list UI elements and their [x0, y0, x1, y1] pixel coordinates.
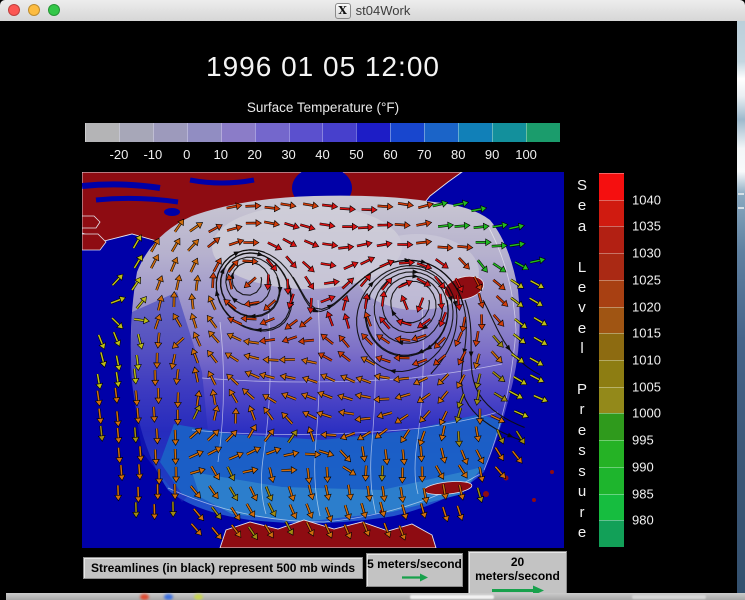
- pressure-colorbar-segment: [599, 360, 624, 387]
- temp-tick-label: 100: [515, 147, 537, 162]
- temp-tick-label: 70: [417, 147, 431, 162]
- pressure-colorbar-segment: [599, 520, 624, 547]
- background-text-smudge: [738, 207, 744, 209]
- temp-colorbar-segment: [424, 123, 458, 142]
- streamline-legend-text: Streamlines (in black) represent 500 mb …: [91, 561, 355, 575]
- temp-colorbar-segment: [153, 123, 187, 142]
- temp-tick-label: 20: [247, 147, 261, 162]
- background-desktop-sliver: [737, 21, 745, 600]
- temp-colorbar-segment: [85, 123, 119, 142]
- pressure-tick-label: 1020: [632, 299, 661, 314]
- timestamp-title: 1996 01 05 12:00: [82, 51, 564, 83]
- temp-colorbar: [85, 123, 560, 142]
- temp-tick-label: 60: [383, 147, 397, 162]
- temp-tick-label: 90: [485, 147, 499, 162]
- pressure-axis-label: S e a L e v e l P r e s s u r e: [573, 176, 591, 543]
- pressure-colorbar-segment: [599, 440, 624, 467]
- streamline-legend: Streamlines (in black) represent 500 mb …: [83, 557, 363, 579]
- pressure-tick-label: 1025: [632, 272, 661, 287]
- temp-tick-label: 50: [349, 147, 363, 162]
- pressure-colorbar-segment: [599, 280, 624, 307]
- temp-tick-label: 80: [451, 147, 465, 162]
- temp-colorbar-segment: [492, 123, 526, 142]
- pressure-colorbar-segment: [599, 200, 624, 227]
- dock-icon[interactable]: [164, 594, 173, 600]
- temp-colorbar-segment: [458, 123, 492, 142]
- temp-colorbar-segment: [356, 123, 390, 142]
- temp-tick-label: 40: [315, 147, 329, 162]
- desktop-screen: X st04Work 1996 01 05 12:00 Surface Temp…: [0, 0, 745, 600]
- pressure-tick-label: 990: [632, 459, 654, 474]
- pressure-tick-label: 1000: [632, 406, 661, 421]
- dock-icon[interactable]: [140, 594, 149, 600]
- pressure-tick-label: 985: [632, 486, 654, 501]
- background-text-smudge: [738, 193, 744, 195]
- pressure-colorbar-segment: [599, 413, 624, 440]
- temp-tick-label: 10: [213, 147, 227, 162]
- pressure-colorbar-segment: [599, 173, 624, 200]
- x11-app-icon: X: [335, 3, 351, 19]
- temp-colorbar-title: Surface Temperature (°F): [82, 100, 564, 115]
- temp-tick-label: 30: [281, 147, 295, 162]
- temp-colorbar-segment: [289, 123, 323, 142]
- pressure-tick-label: 1035: [632, 219, 661, 234]
- dock-icon[interactable]: [194, 594, 203, 600]
- pressure-colorbar-segment: [599, 253, 624, 280]
- temp-colorbar-segment: [119, 123, 153, 142]
- pressure-tick-label: 1030: [632, 246, 661, 261]
- temp-tick-label: 0: [183, 147, 190, 162]
- wind-scale-large-text: 20 meters/second: [475, 555, 560, 583]
- small-wind-arrow-icon: [400, 573, 430, 582]
- pressure-tick-label: 1040: [632, 192, 661, 207]
- dock-icon-group[interactable]: [410, 595, 494, 599]
- temp-colorbar-segment: [255, 123, 289, 142]
- pressure-tick-label: 1005: [632, 379, 661, 394]
- pressure-tick-label: 980: [632, 513, 654, 528]
- window-title-text: st04Work: [356, 3, 411, 18]
- temp-colorbar-segment: [187, 123, 221, 142]
- wind-scale-small-text: 5 meters/second: [367, 557, 462, 571]
- window-titlebar[interactable]: X st04Work: [0, 0, 745, 22]
- dock-icon-group[interactable]: [632, 595, 706, 599]
- pressure-tick-label: 1010: [632, 353, 661, 368]
- window-title: X st04Work: [0, 0, 745, 21]
- temp-colorbar-segment: [322, 123, 356, 142]
- wind-scale-small: 5 meters/second: [366, 553, 463, 587]
- temp-colorbar-segment: [526, 123, 560, 142]
- temp-tick-label: -20: [110, 147, 129, 162]
- macos-dock-sliver[interactable]: [6, 593, 745, 600]
- pressure-colorbar-segment: [599, 387, 624, 414]
- weather-map-3d-view[interactable]: [82, 172, 564, 548]
- pressure-colorbar-segment: [599, 467, 624, 494]
- pressure-colorbar-segment: [599, 494, 624, 521]
- temp-tick-label: -10: [143, 147, 162, 162]
- app-canvas: 1996 01 05 12:00 Surface Temperature (°F…: [0, 21, 737, 600]
- pressure-colorbar-segment: [599, 226, 624, 253]
- temp-colorbar-segment: [390, 123, 424, 142]
- pressure-colorbar-segment: [599, 333, 624, 360]
- pressure-colorbar: [599, 173, 624, 547]
- temp-colorbar-segment: [221, 123, 255, 142]
- pressure-tick-label: 995: [632, 433, 654, 448]
- pressure-colorbar-segment: [599, 307, 624, 334]
- pressure-tick-label: 1015: [632, 326, 661, 341]
